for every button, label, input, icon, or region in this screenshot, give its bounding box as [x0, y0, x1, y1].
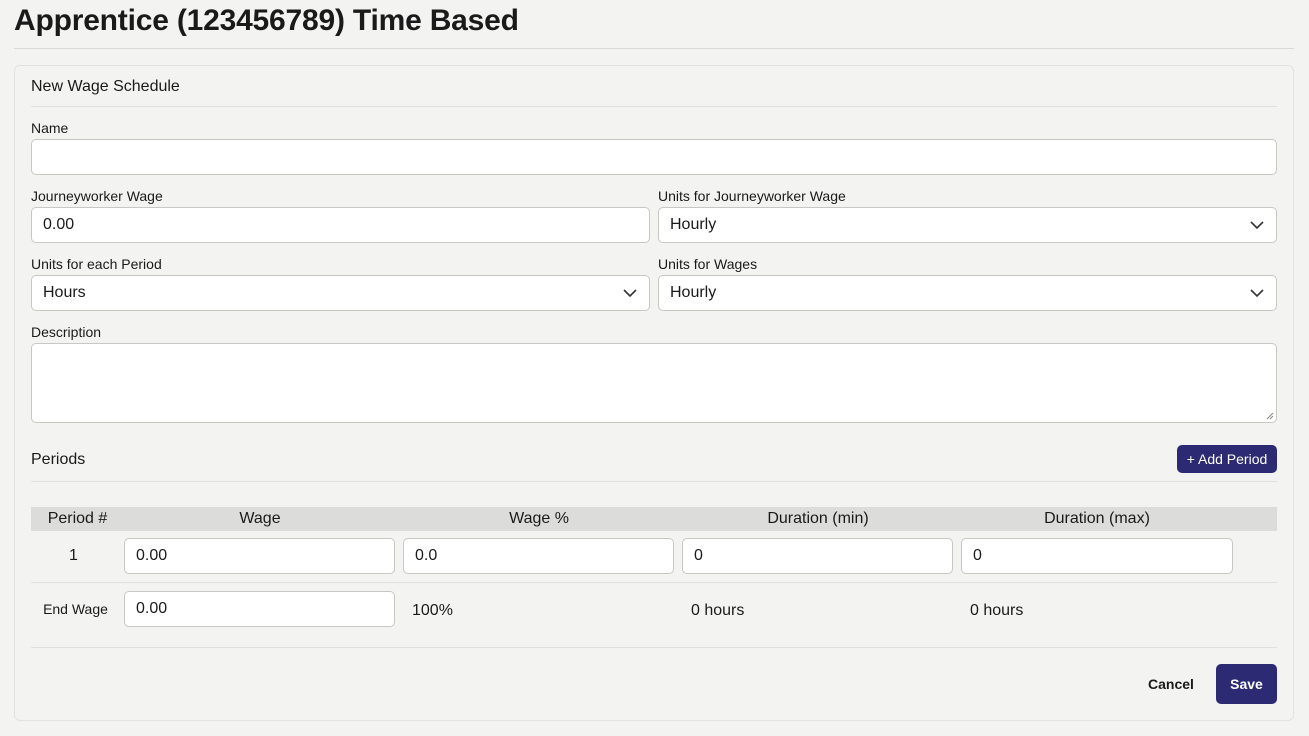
- units-journeyworker-wage-label: Units for Journeyworker Wage: [658, 188, 846, 204]
- period-number: 1: [69, 547, 78, 564]
- periods-table-header: Period # Wage Wage % Duration (min) Dura…: [31, 507, 1277, 531]
- divider: [31, 582, 1277, 583]
- end-wage-duration-max: 0 hours: [970, 602, 1024, 619]
- name-input[interactable]: [31, 139, 1277, 175]
- divider: [31, 106, 1277, 107]
- column-header-duration-min: Duration (min): [767, 510, 869, 527]
- divider: [14, 48, 1294, 49]
- period-wage-pct-input[interactable]: 0.0: [403, 538, 674, 574]
- column-header-wage-pct: Wage %: [509, 510, 569, 527]
- period-duration-min-input[interactable]: 0: [682, 538, 953, 574]
- units-journeyworker-wage-value: Hourly: [670, 216, 717, 233]
- cancel-button[interactable]: Cancel: [1148, 676, 1194, 692]
- units-each-period-select[interactable]: Hours: [31, 275, 650, 311]
- divider: [31, 481, 1277, 482]
- divider: [31, 647, 1277, 648]
- units-wages-label: Units for Wages: [658, 256, 758, 272]
- column-header-duration-max: Duration (max): [1044, 510, 1150, 527]
- chevron-down-icon: [623, 289, 637, 298]
- units-each-period-label: Units for each Period: [31, 256, 162, 272]
- add-period-button[interactable]: + Add Period: [1177, 445, 1277, 473]
- page-title: Apprentice (123456789) Time Based: [14, 4, 519, 37]
- units-journeyworker-wage-select[interactable]: Hourly: [658, 207, 1277, 243]
- units-wages-value: Hourly: [670, 284, 717, 301]
- card-title: New Wage Schedule: [31, 78, 180, 95]
- units-wages-select[interactable]: Hourly: [658, 275, 1277, 311]
- wage-schedule-card: New Wage Schedule Name Journeyworker Wag…: [14, 65, 1294, 721]
- description-textarea[interactable]: [31, 343, 1277, 423]
- chevron-down-icon: [1250, 221, 1264, 230]
- resize-handle-icon[interactable]: [1266, 412, 1274, 420]
- name-label: Name: [31, 120, 69, 136]
- column-header-wage: Wage: [239, 510, 281, 527]
- description-label: Description: [31, 324, 102, 340]
- periods-heading: Periods: [31, 451, 86, 468]
- period-duration-max-input[interactable]: 0: [961, 538, 1233, 574]
- units-each-period-value: Hours: [43, 284, 86, 301]
- end-wage-input[interactable]: 0.00: [124, 591, 395, 627]
- journeyworker-wage-label: Journeyworker Wage: [31, 188, 163, 204]
- journeyworker-wage-input[interactable]: 0.00: [31, 207, 650, 243]
- end-wage-duration-min: 0 hours: [691, 602, 745, 619]
- save-button[interactable]: Save: [1216, 664, 1277, 704]
- end-wage-label: End Wage: [43, 601, 108, 617]
- period-wage-input[interactable]: 0.00: [124, 538, 395, 574]
- column-header-period: Period #: [47, 510, 108, 527]
- end-wage-pct: 100%: [412, 602, 453, 619]
- chevron-down-icon: [1250, 289, 1264, 298]
